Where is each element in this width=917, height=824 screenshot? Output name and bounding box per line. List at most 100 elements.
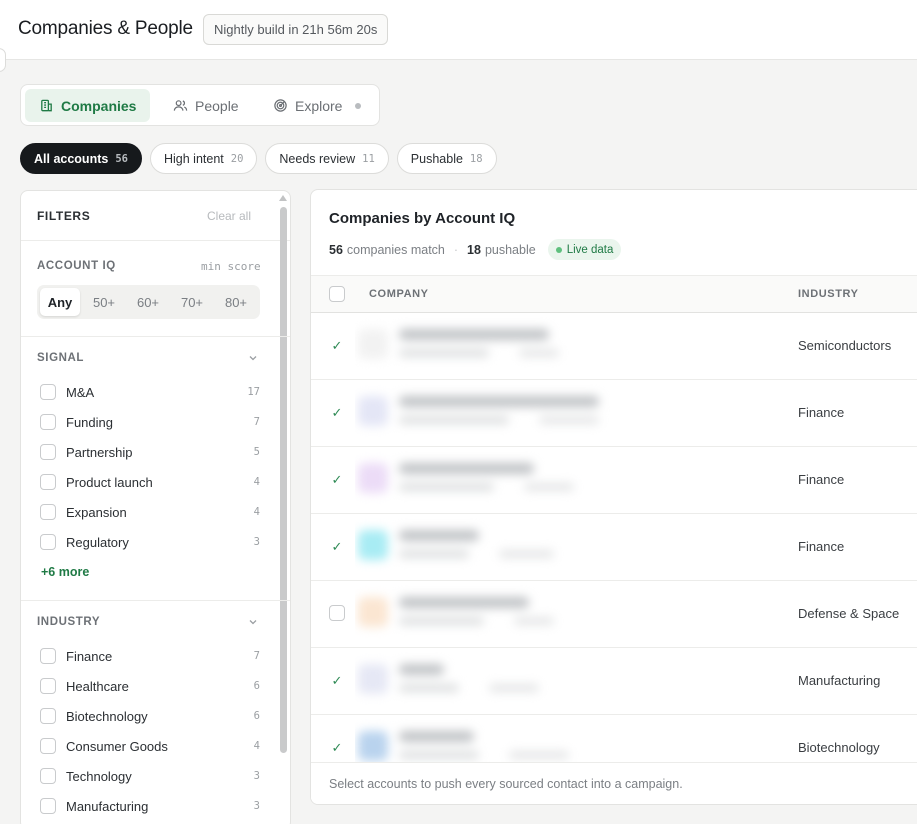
table-row[interactable]: ✓ Semiconductors xyxy=(311,313,917,380)
chip-count: 11 xyxy=(362,152,375,165)
chip-needs-review[interactable]: Needs review 11 xyxy=(265,143,389,174)
iq-option-50[interactable]: 50+ xyxy=(84,288,124,316)
table-row[interactable]: ✓ Finance xyxy=(311,380,917,447)
live-data-badge: Live data xyxy=(547,239,622,260)
blurred-company-info xyxy=(355,514,663,580)
table-meta: 56 companies match · 18 pushable Live da… xyxy=(329,239,622,260)
tab-people[interactable]: People xyxy=(159,89,253,122)
option-count: 4 xyxy=(253,476,260,488)
blurred-name xyxy=(399,664,444,675)
page-title: Companies & People xyxy=(18,18,193,39)
iq-option-60[interactable]: 60+ xyxy=(128,288,168,316)
iq-option-70[interactable]: 70+ xyxy=(172,288,212,316)
row-checked-icon[interactable]: ✓ xyxy=(329,539,345,555)
tab-explore[interactable]: Explore xyxy=(259,89,375,122)
column-header-company[interactable]: COMPANY xyxy=(369,288,429,300)
table-row[interactable]: ✓ Finance xyxy=(311,447,917,514)
blurred-name xyxy=(399,396,599,407)
option-count: 4 xyxy=(253,506,260,518)
table-row[interactable]: ✓ Finance xyxy=(311,514,917,581)
checkbox[interactable] xyxy=(40,708,56,724)
sidebar-collapse-handle[interactable] xyxy=(0,48,6,72)
industry-section-label[interactable]: INDUSTRY xyxy=(37,616,100,628)
blurred-detail xyxy=(519,349,559,357)
checkbox[interactable] xyxy=(40,648,56,664)
match-text: companies match xyxy=(346,242,445,257)
view-tabs: Companies People Explore xyxy=(20,84,380,126)
scroll-up-arrow[interactable] xyxy=(279,195,287,201)
company-cell-redacted xyxy=(355,447,663,513)
company-logo xyxy=(358,329,388,359)
pushable-text: pushable xyxy=(484,242,536,257)
top-bar: Companies & People Nightly build in 21h … xyxy=(0,0,917,60)
chevron-down-icon[interactable] xyxy=(248,353,258,363)
row-checked-icon[interactable]: ✓ xyxy=(329,405,345,421)
chip-high-intent[interactable]: High intent 20 xyxy=(149,143,258,174)
blurred-detail xyxy=(489,684,539,692)
signal-option-regulatory[interactable]: Regulatory 3 xyxy=(40,532,260,552)
filters-panel: FILTERS Clear all ACCOUNT IQ min score A… xyxy=(20,190,291,824)
chip-label: Pushable xyxy=(410,151,463,166)
chip-all-accounts[interactable]: All accounts 56 xyxy=(20,143,142,174)
chip-count: 56 xyxy=(115,152,128,165)
option-count: 3 xyxy=(253,800,260,812)
pushable-count: 18 xyxy=(467,242,481,257)
industry-cell: Finance xyxy=(798,405,845,420)
industry-option-manufacturing[interactable]: Manufacturing 3 xyxy=(40,796,260,816)
blurred-detail xyxy=(499,550,554,558)
chip-pushable[interactable]: Pushable 18 xyxy=(396,143,497,174)
signal-option-expansion[interactable]: Expansion 4 xyxy=(40,502,260,522)
company-logo xyxy=(358,463,388,493)
footer-hint: Select accounts to push every sourced co… xyxy=(329,777,683,791)
row-checked-icon[interactable]: ✓ xyxy=(329,472,345,488)
checkbox[interactable] xyxy=(40,678,56,694)
option-count: 3 xyxy=(253,770,260,782)
checkbox[interactable] xyxy=(40,414,56,430)
clear-all-button[interactable]: Clear all xyxy=(207,209,251,223)
iq-option-any[interactable]: Any xyxy=(40,288,80,316)
row-checked-icon[interactable]: ✓ xyxy=(329,740,345,756)
signal-show-more-link[interactable]: +6 more xyxy=(41,565,89,579)
industry-option-consumer-goods[interactable]: Consumer Goods 4 xyxy=(40,736,260,756)
option-count: 7 xyxy=(253,650,260,662)
checkbox[interactable] xyxy=(40,768,56,784)
blurred-domain xyxy=(399,684,459,692)
signal-option-partnership[interactable]: Partnership 5 xyxy=(40,442,260,462)
industry-option-biotechnology[interactable]: Biotechnology 6 xyxy=(40,706,260,726)
signal-option-product-launch[interactable]: Product launch 4 xyxy=(40,472,260,492)
column-header-industry[interactable]: INDUSTRY xyxy=(798,288,859,300)
industry-cell: Defense & Space xyxy=(798,606,900,621)
chip-label: Needs review xyxy=(279,151,356,166)
iq-option-80[interactable]: 80+ xyxy=(216,288,256,316)
explore-status-dot xyxy=(355,102,362,109)
checkbox[interactable] xyxy=(40,384,56,400)
table-row[interactable]: Defense & Space xyxy=(311,581,917,648)
chevron-down-icon[interactable] xyxy=(248,617,258,627)
filters-scrollbar[interactable] xyxy=(280,207,287,753)
table-row[interactable]: ✓ Manufacturing xyxy=(311,648,917,715)
min-score-hint: min score xyxy=(201,260,261,273)
signal-option-ma[interactable]: M&A 17 xyxy=(40,382,260,402)
industry-option-technology[interactable]: Technology 3 xyxy=(40,766,260,786)
checkbox[interactable] xyxy=(40,798,56,814)
tab-companies[interactable]: Companies xyxy=(25,89,151,122)
chip-label: High intent xyxy=(163,151,224,166)
checkbox[interactable] xyxy=(40,534,56,550)
checkbox[interactable] xyxy=(40,504,56,520)
checkbox[interactable] xyxy=(40,474,56,490)
radar-icon xyxy=(274,99,287,112)
row-checkbox[interactable] xyxy=(329,605,345,621)
checkbox[interactable] xyxy=(40,444,56,460)
signal-option-funding[interactable]: Funding 7 xyxy=(40,412,260,432)
live-dot-icon xyxy=(555,246,562,253)
industry-option-healthcare[interactable]: Healthcare 6 xyxy=(40,676,260,696)
checkbox[interactable] xyxy=(40,738,56,754)
live-data-label: Live data xyxy=(566,243,614,256)
chip-count: 18 xyxy=(469,152,483,165)
select-all-checkbox[interactable] xyxy=(329,286,345,302)
chip-label: All accounts xyxy=(34,151,109,166)
industry-option-finance[interactable]: Finance 7 xyxy=(40,646,260,666)
row-checked-icon[interactable]: ✓ xyxy=(329,673,345,689)
signal-section-label[interactable]: SIGNAL xyxy=(37,352,84,364)
row-checked-icon[interactable]: ✓ xyxy=(329,338,345,354)
